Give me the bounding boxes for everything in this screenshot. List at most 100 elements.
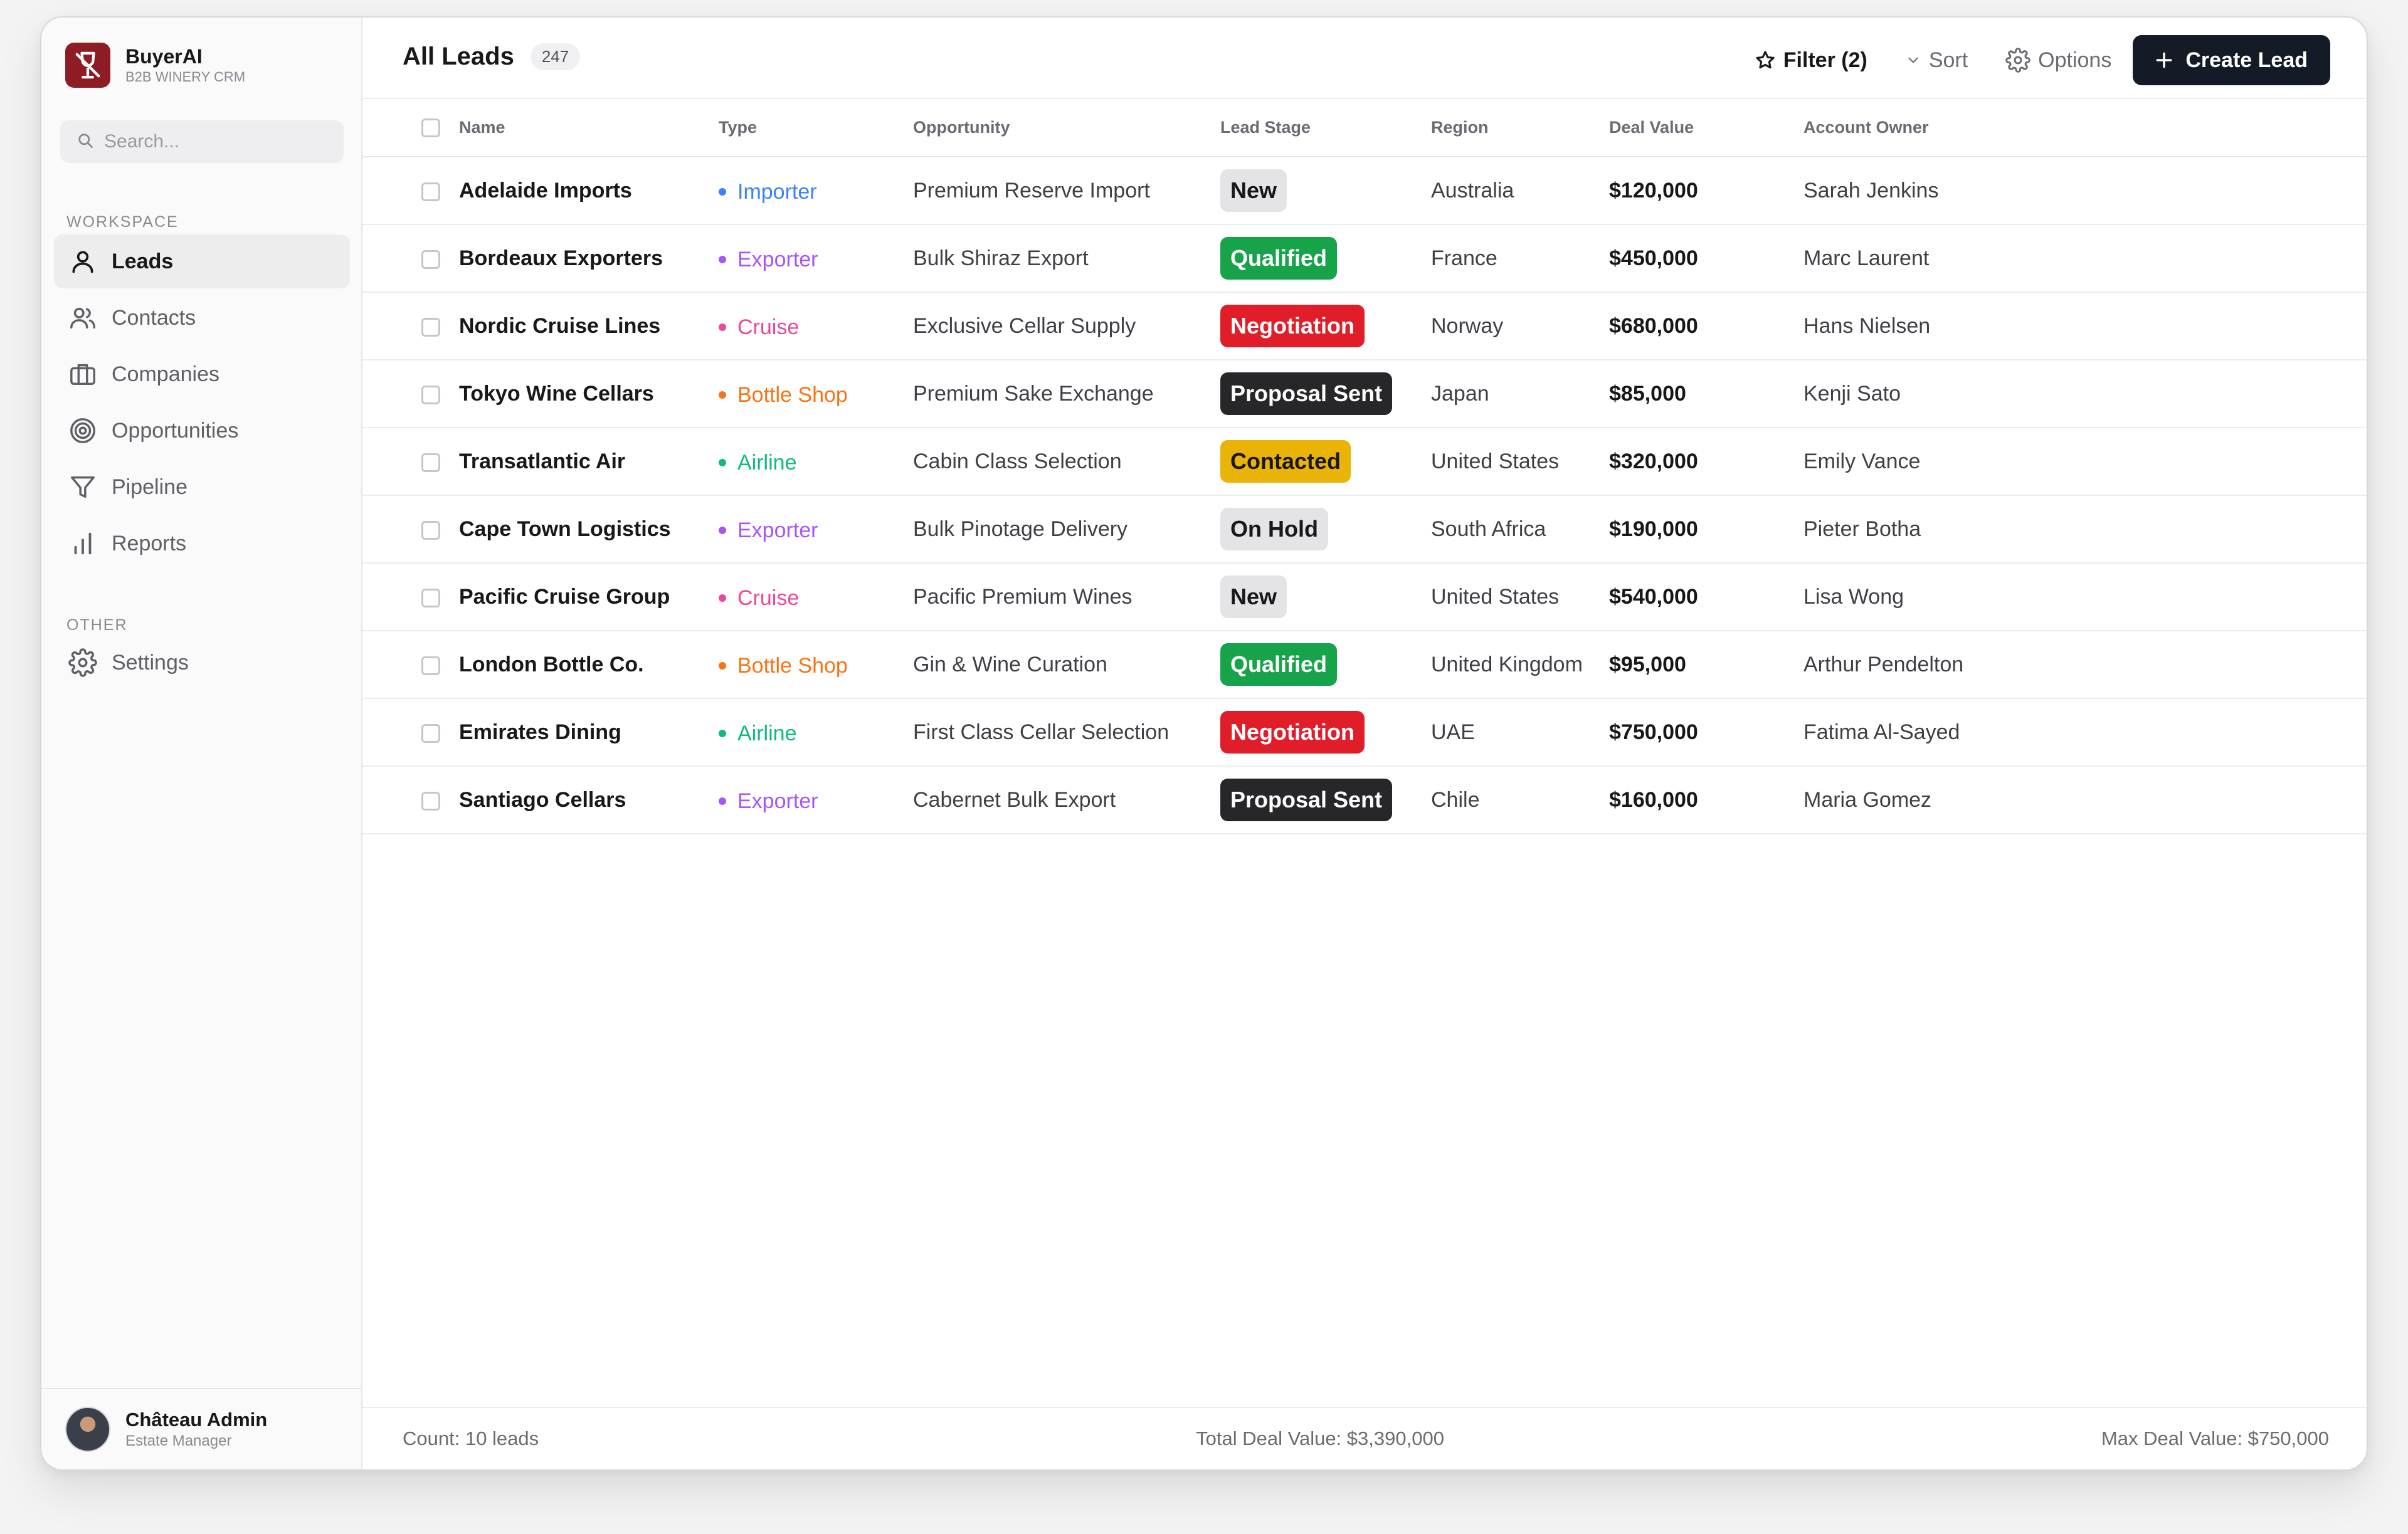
sidebar-item-label: Reports: [112, 531, 187, 555]
lead-type-label: Bottle Shop: [737, 382, 848, 407]
column-header-opportunity[interactable]: Opportunity: [913, 99, 1220, 157]
lead-name[interactable]: Pacific Cruise Group: [459, 563, 719, 631]
count-badge: 247: [530, 43, 581, 70]
user-name: Château Admin: [125, 1409, 268, 1431]
lead-name[interactable]: Adelaide Imports: [459, 157, 719, 224]
column-header-lead-stage[interactable]: Lead Stage: [1220, 99, 1431, 157]
lead-name[interactable]: Santiago Cellars: [459, 766, 719, 834]
sidebar-item-label: Leads: [112, 249, 174, 273]
lead-opportunity: Cabernet Bulk Export: [913, 787, 1116, 812]
lead-deal-value: $680,000: [1609, 313, 1698, 338]
search-box[interactable]: [60, 120, 344, 163]
lead-name[interactable]: Transatlantic Air: [459, 428, 719, 495]
column-header-deal-value[interactable]: Deal Value: [1609, 99, 1803, 157]
row-checkbox[interactable]: [421, 250, 440, 269]
lead-type: Bottle Shop: [719, 654, 848, 678]
sidebar-item-label: Opportunities: [112, 418, 239, 443]
user-profile[interactable]: Château Admin Estate Manager: [41, 1388, 361, 1469]
chevron-down-icon: [1908, 57, 1918, 63]
table-row[interactable]: Santiago Cellars Exporter Cabernet Bulk Ex…: [362, 766, 2367, 834]
lead-name[interactable]: Tokyo Wine Cellars: [459, 360, 719, 428]
lead-stage-badge: Qualified: [1220, 643, 1338, 686]
sidebar-item-contacts[interactable]: Contacts: [54, 291, 350, 345]
table-row[interactable]: Tokyo Wine Cellars Bottle Shop Premium Sak…: [362, 360, 2367, 428]
table-row[interactable]: Nordic Cruise Lines Cruise Exclusive Cella…: [362, 292, 2367, 360]
lead-stage-badge: New: [1220, 575, 1287, 618]
sidebar-item-opportunities[interactable]: Opportunities: [54, 404, 350, 458]
lead-name[interactable]: Emirates Dining: [459, 698, 719, 766]
sidebar-item-pipeline[interactable]: Pipeline: [54, 460, 350, 514]
column-header-account-owner[interactable]: Account Owner: [1803, 99, 2367, 157]
table-header-row: Name Type Opportunity Lead Stage Region …: [362, 99, 2367, 157]
lead-name[interactable]: Cape Town Logistics: [459, 495, 719, 563]
user-icon: [66, 245, 99, 278]
lead-deal-value: $120,000: [1609, 178, 1698, 202]
table-row[interactable]: Emirates Dining Airline First Class Cellar…: [362, 698, 2367, 766]
lead-stage-badge: Proposal Sent: [1220, 372, 1393, 415]
column-header-name[interactable]: Name: [459, 99, 719, 157]
lead-account-owner: Emily Vance: [1803, 449, 1921, 473]
select-all-checkbox[interactable]: [421, 118, 440, 138]
filter-button[interactable]: Filter (2): [1755, 48, 1867, 73]
column-header-type[interactable]: Type: [719, 99, 913, 157]
row-checkbox[interactable]: [421, 182, 440, 201]
lead-region: United States: [1431, 584, 1560, 609]
lead-stage-badge: On Hold: [1220, 508, 1328, 550]
create-lead-label: Create Lead: [2185, 48, 2308, 72]
lead-type: Exporter: [719, 789, 818, 814]
lead-type: Cruise: [719, 586, 799, 611]
type-dot-icon: [719, 391, 726, 399]
gear-icon: [66, 646, 99, 679]
row-checkbox[interactable]: [421, 453, 440, 472]
lead-opportunity: Pacific Premium Wines: [913, 584, 1133, 609]
type-dot-icon: [719, 256, 726, 264]
lead-deal-value: $540,000: [1609, 584, 1698, 609]
type-dot-icon: [719, 323, 726, 332]
brand[interactable]: BuyerAI B2B WINERY CRM: [65, 43, 245, 88]
lead-account-owner: Marc Laurent: [1803, 246, 1930, 270]
target-icon: [66, 414, 99, 447]
lead-region: Norway: [1431, 313, 1504, 338]
table-row[interactable]: Cape Town Logistics Exporter Bulk Pinotage…: [362, 495, 2367, 563]
row-checkbox[interactable]: [421, 656, 440, 675]
sidebar-item-settings[interactable]: Settings: [54, 636, 350, 690]
row-checkbox[interactable]: [421, 317, 440, 337]
lead-name[interactable]: Bordeaux Exporters: [459, 224, 719, 292]
app-window: BuyerAI B2B WINERY CRM WORKSPACE Leads: [40, 16, 2368, 1471]
table-row[interactable]: Pacific Cruise Group Cruise Pacific Premiu…: [362, 563, 2367, 631]
footer-max-value: Max Deal Value: $750,000: [2101, 1427, 2329, 1449]
type-dot-icon: [719, 459, 726, 467]
row-checkbox[interactable]: [421, 588, 440, 607]
lead-name[interactable]: Nordic Cruise Lines: [459, 292, 719, 360]
lead-region: UAE: [1431, 720, 1475, 744]
sidebar-item-reports[interactable]: Reports: [54, 517, 350, 570]
table-row[interactable]: Bordeaux Exporters Exporter Bulk Shiraz Ex…: [362, 224, 2367, 292]
table-row[interactable]: London Bottle Co. Bottle Shop Gin & Wine C…: [362, 631, 2367, 698]
leads-table: Name Type Opportunity Lead Stage Region …: [362, 99, 2367, 834]
sort-button[interactable]: Sort: [1905, 48, 1968, 73]
table-row[interactable]: Adelaide Imports Importer Premium Reserve …: [362, 157, 2367, 224]
lead-account-owner: Hans Nielsen: [1803, 313, 1931, 338]
sidebar: BuyerAI B2B WINERY CRM WORKSPACE Leads: [41, 18, 362, 1469]
filter-label: Filter (2): [1783, 48, 1867, 72]
row-checkbox[interactable]: [421, 385, 440, 404]
search-input[interactable]: [104, 131, 330, 152]
lead-region: Japan: [1431, 381, 1489, 406]
sidebar-item-companies[interactable]: Companies: [54, 347, 350, 401]
row-checkbox[interactable]: [421, 791, 440, 811]
no-wine-glass-icon: [65, 43, 110, 88]
type-dot-icon: [719, 527, 726, 535]
table-row[interactable]: Transatlantic Air Airline Cabin Class Sele…: [362, 428, 2367, 495]
lead-region: United Kingdom: [1431, 652, 1583, 676]
row-checkbox[interactable]: [421, 723, 440, 743]
lead-type: Cruise: [719, 315, 799, 340]
options-button[interactable]: Options: [2005, 48, 2111, 73]
row-checkbox[interactable]: [421, 520, 440, 540]
lead-name[interactable]: London Bottle Co.: [459, 631, 719, 698]
lead-opportunity: Premium Sake Exchange: [913, 381, 1154, 406]
column-header-region[interactable]: Region: [1431, 99, 1609, 157]
funnel-icon: [66, 471, 99, 503]
sidebar-item-leads[interactable]: Leads: [54, 234, 350, 288]
create-lead-button[interactable]: Create Lead: [2133, 35, 2330, 85]
footer-total-value: Total Deal Value: $3,390,000: [1196, 1427, 1444, 1449]
